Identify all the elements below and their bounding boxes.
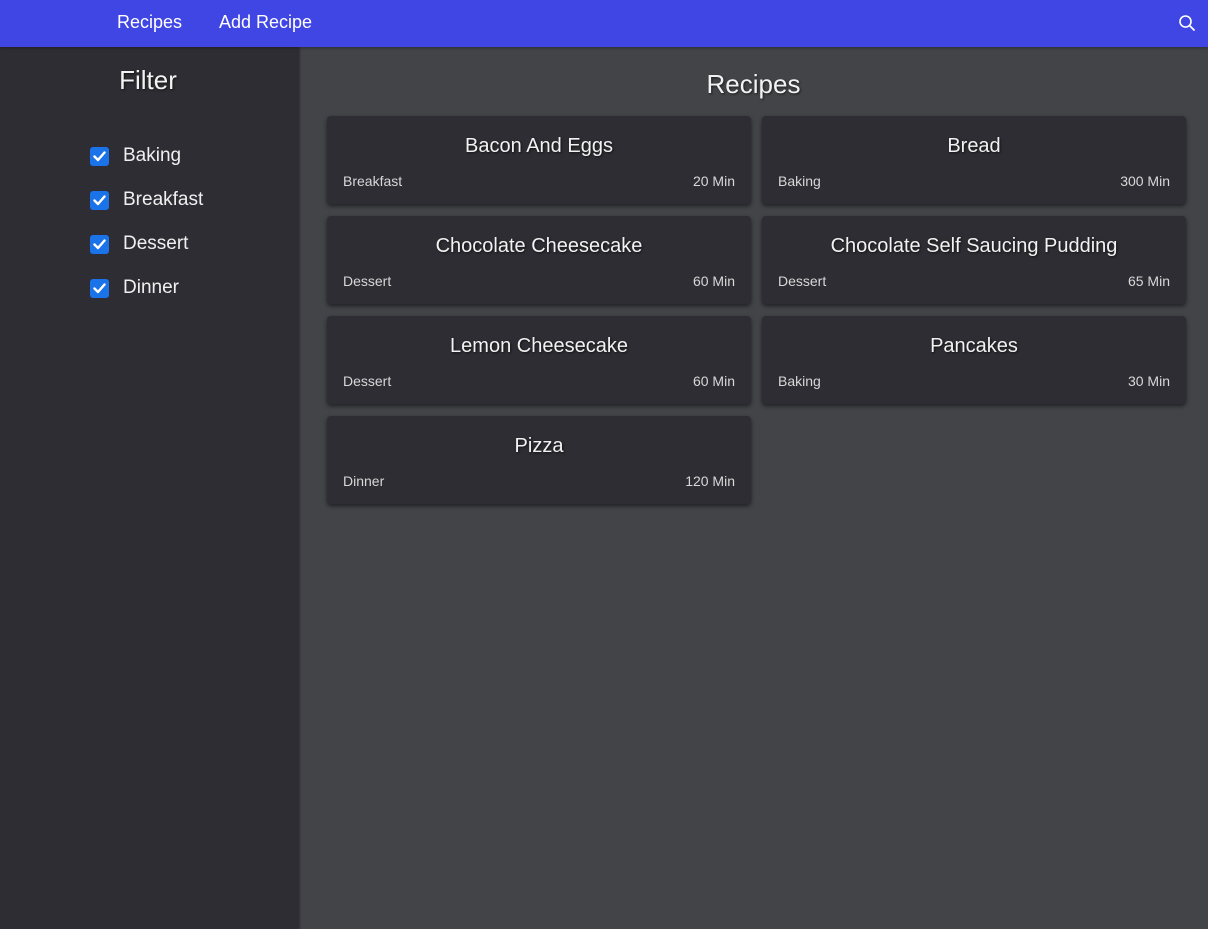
recipe-name: Pancakes [930,335,1018,357]
filter-item-baking[interactable]: Baking [90,144,181,168]
recipe-time: 30 Min [1127,373,1170,389]
recipe-card[interactable]: Pancakes Baking 30 Min [762,316,1186,404]
recipe-card[interactable]: Bacon And Eggs Breakfast 20 Min [327,116,751,204]
dinner-checkbox[interactable] [90,278,109,298]
recipe-category: Dessert [778,273,827,289]
recipe-name: Lemon Cheesecake [450,335,628,357]
recipes-main: Recipes Bacon And Eggs Breakfast 20 Min … [299,47,1208,929]
recipe-category: Baking [778,173,821,189]
breakfast-checkbox[interactable] [90,190,109,210]
filter-sidebar: Filter Baking Breakfast Dessert Dinner [0,47,299,929]
baking-checkbox[interactable] [90,146,109,166]
top-nav-bar: Recipes Add Recipe [0,0,1208,47]
recipe-name: Bacon And Eggs [465,135,613,157]
search-icon[interactable] [1178,14,1196,32]
filter-item-dinner[interactable]: Dinner [90,276,179,300]
recipe-name: Bread [947,135,1001,157]
nav-recipes-link[interactable]: Recipes [117,11,182,33]
recipe-time: 60 Min [692,273,735,289]
filter-item-dessert[interactable]: Dessert [90,232,188,256]
recipe-category: Dessert [343,373,392,389]
recipe-category: Breakfast [343,173,403,189]
recipe-category: Baking [778,373,821,389]
recipe-time: 20 Min [692,173,735,189]
filter-item-breakfast[interactable]: Breakfast [90,188,203,212]
recipe-card[interactable]: Chocolate Cheesecake Dessert 60 Min [327,216,751,304]
recipe-name: Chocolate Cheesecake [435,235,643,257]
filter-label: Baking [123,145,182,166]
recipe-time: 120 Min [685,473,735,489]
recipe-name: Chocolate Self Saucing Pudding [830,235,1118,257]
recipe-card[interactable]: Chocolate Self Saucing Pudding Dessert 6… [762,216,1186,304]
filter-label: Breakfast [123,189,204,210]
recipe-category: Dinner [343,473,385,489]
recipe-time: 60 Min [692,373,735,389]
filter-label: Dessert [123,233,189,254]
recipe-card[interactable]: Bread Baking 300 Min [762,116,1186,204]
recipe-card[interactable]: Lemon Cheesecake Dessert 60 Min [327,316,751,404]
page-title: Recipes [706,69,801,99]
nav-add-recipe-link[interactable]: Add Recipe [219,11,312,33]
filter-title: Filter [119,65,177,95]
recipe-time: 65 Min [1127,273,1170,289]
filter-label: Dinner [123,277,179,298]
recipe-card[interactable]: Pizza Dinner 120 Min [327,416,751,504]
recipe-name: Pizza [514,435,564,457]
dessert-checkbox[interactable] [90,234,109,254]
recipe-category: Dessert [343,273,392,289]
recipe-time: 300 Min [1120,173,1170,189]
